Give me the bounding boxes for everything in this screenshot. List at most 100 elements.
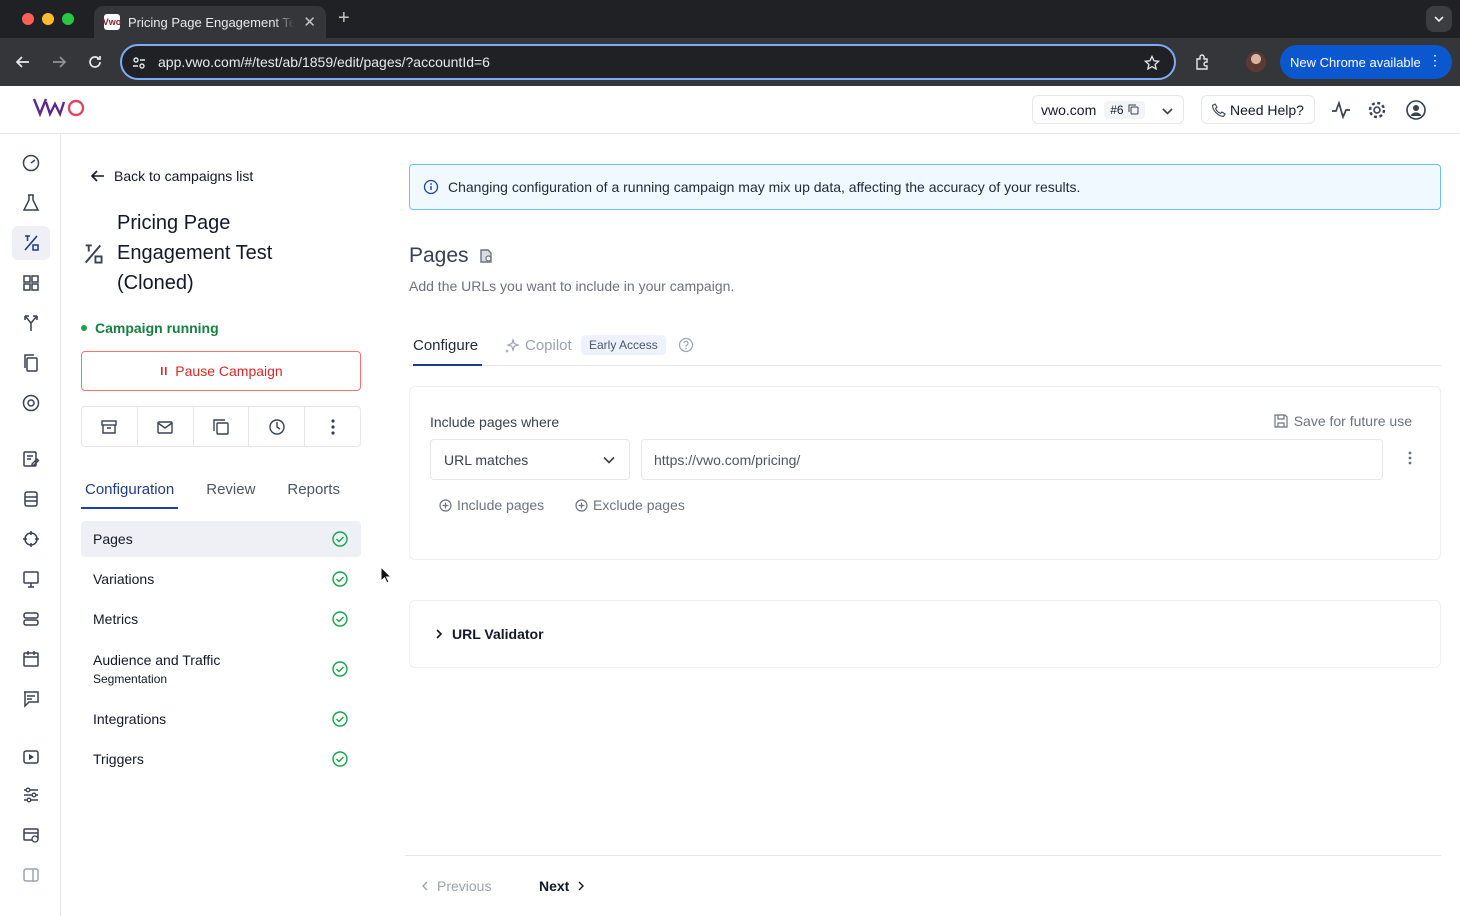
rail-dashboard-gauge-icon[interactable] xyxy=(12,146,50,180)
need-help-button[interactable]: Need Help? xyxy=(1201,95,1315,124)
previous-button[interactable]: Previous xyxy=(421,878,491,894)
clone-campaign-button[interactable] xyxy=(194,407,250,446)
url-pattern-input[interactable] xyxy=(641,439,1383,480)
back-label: Back to campaigns list xyxy=(114,168,254,184)
rail-sliders-icon[interactable] xyxy=(12,778,50,812)
pause-campaign-button[interactable]: Pause Campaign xyxy=(81,351,361,391)
account-id: #6 xyxy=(1110,102,1124,117)
more-vert-icon[interactable]: ⋮ xyxy=(1428,52,1442,69)
rail-server-icon[interactable] xyxy=(12,602,50,636)
exclude-pages-button[interactable]: Exclude pages xyxy=(575,497,685,513)
include-pages-label: Include pages where xyxy=(430,414,560,430)
nav-rail xyxy=(0,134,61,916)
page-doc-icon[interactable] xyxy=(479,249,493,263)
archive-button[interactable] xyxy=(82,407,138,446)
previous-label: Previous xyxy=(437,878,492,894)
back-arrow-icon[interactable] xyxy=(11,50,35,74)
save-future-label: Save for future use xyxy=(1293,413,1412,429)
extensions-icon[interactable] xyxy=(1191,50,1215,74)
tab-configure[interactable]: Configure xyxy=(413,337,483,366)
new-chrome-label: New Chrome available xyxy=(1290,54,1421,70)
rail-survey-form-icon[interactable] xyxy=(12,442,50,476)
tab-reports[interactable]: Reports xyxy=(283,478,344,509)
pause-label: Pause Campaign xyxy=(175,363,283,379)
rail-video-play-icon[interactable] xyxy=(12,740,50,774)
exclude-pages-label: Exclude pages xyxy=(593,497,685,513)
close-window-button[interactable] xyxy=(22,13,34,25)
user-account-icon[interactable] xyxy=(1405,99,1427,121)
need-help-label: Need Help? xyxy=(1230,101,1304,118)
browser-tab[interactable]: Vwo Pricing Page Engagement Test ✕ xyxy=(94,6,326,38)
check-circle-icon xyxy=(332,751,348,767)
step-metrics[interactable]: Metrics xyxy=(81,601,361,637)
step-audience-traffic[interactable]: Audience and Traffic Segmentation xyxy=(81,641,361,697)
more-vertical-icon xyxy=(330,418,335,435)
url-validator-label: URL Validator xyxy=(452,626,544,642)
rail-feedback-chat-icon[interactable] xyxy=(12,682,50,716)
back-to-campaigns-link[interactable]: Back to campaigns list xyxy=(90,168,253,184)
tab-configuration[interactable]: Configuration xyxy=(81,478,179,509)
phone-icon xyxy=(1212,102,1226,117)
running-campaign-notice: Changing configuration of a running camp… xyxy=(409,164,1441,210)
close-tab-icon[interactable]: ✕ xyxy=(303,13,316,31)
step-triggers[interactable]: Triggers xyxy=(81,741,361,777)
help-question-icon[interactable] xyxy=(678,337,694,353)
settings-gear-icon[interactable] xyxy=(1366,99,1388,121)
rail-recordings-screen-icon[interactable] xyxy=(12,562,50,596)
address-bar[interactable]: app.vwo.com/#/test/ab/1859/edit/pages/?a… xyxy=(120,44,1176,80)
chevron-down-icon xyxy=(603,456,615,464)
rail-personalize-target-icon[interactable] xyxy=(12,386,50,420)
bookmark-star-icon[interactable] xyxy=(1144,55,1160,71)
rail-calendar-icon[interactable] xyxy=(12,642,50,676)
rail-insights-crosshair-icon[interactable] xyxy=(12,522,50,556)
next-label: Next xyxy=(539,878,570,894)
site-info-icon[interactable] xyxy=(132,56,146,70)
chevron-left-icon xyxy=(422,881,428,891)
app-header: vwo.com #6 Need Help? xyxy=(0,86,1460,134)
rail-billing-card-icon[interactable] xyxy=(12,818,50,852)
reload-icon[interactable] xyxy=(83,50,107,74)
more-actions-button[interactable] xyxy=(305,407,360,446)
include-pages-button[interactable]: Include pages xyxy=(439,497,544,513)
zoom-window-button[interactable] xyxy=(62,13,74,25)
tab-review[interactable]: Review xyxy=(202,478,259,509)
rail-collapse-sidebar-icon[interactable] xyxy=(12,858,50,892)
new-tab-icon[interactable]: + xyxy=(338,7,350,30)
status-dot-icon xyxy=(81,325,87,331)
more-vertical-icon[interactable] xyxy=(1408,451,1412,465)
rail-ab-test-percent-icon[interactable] xyxy=(12,226,50,260)
pause-icon xyxy=(161,367,167,375)
minimize-window-button[interactable] xyxy=(42,13,54,25)
save-disk-icon xyxy=(1274,414,1288,428)
rail-testing-flask-icon[interactable] xyxy=(12,186,50,220)
activity-icon[interactable] xyxy=(1330,99,1352,121)
next-button[interactable]: Next xyxy=(539,878,585,894)
check-circle-icon xyxy=(332,531,348,547)
check-circle-icon xyxy=(332,571,348,587)
url-match-type-select[interactable]: URL matches xyxy=(430,439,630,480)
status-label: Campaign running xyxy=(95,320,219,336)
history-button[interactable] xyxy=(249,407,306,446)
email-report-button[interactable] xyxy=(138,407,194,446)
save-for-future-button[interactable]: Save for future use xyxy=(1274,413,1412,429)
account-switcher[interactable]: vwo.com #6 xyxy=(1032,95,1184,124)
tab-copilot[interactable]: Copilot xyxy=(504,337,572,354)
url-validator-accordion[interactable]: URL Validator xyxy=(409,600,1441,668)
step-integrations[interactable]: Integrations xyxy=(81,701,361,737)
wizard-footer: Previous Next xyxy=(405,855,1441,916)
rail-database-icon[interactable] xyxy=(12,482,50,516)
tab-search-chevron-icon[interactable] xyxy=(1426,6,1452,32)
rail-split-branch-icon[interactable] xyxy=(12,306,50,340)
rail-widgets-grid-icon[interactable] xyxy=(12,266,50,300)
step-label: Audience and Traffic xyxy=(93,652,221,668)
history-clock-icon xyxy=(269,418,285,435)
new-chrome-available-button[interactable]: New Chrome available ⋮ xyxy=(1280,45,1452,79)
profile-avatar-icon[interactable] xyxy=(1244,50,1268,74)
include-pages-card: Include pages where Save for future use … xyxy=(409,386,1441,560)
step-pages[interactable]: Pages xyxy=(81,521,361,557)
rail-pages-copy-icon[interactable] xyxy=(12,346,50,380)
vwo-logo[interactable] xyxy=(33,96,85,118)
account-id-badge[interactable]: #6 xyxy=(1104,100,1145,119)
forward-arrow-icon[interactable] xyxy=(47,50,71,74)
step-variations[interactable]: Variations xyxy=(81,561,361,597)
